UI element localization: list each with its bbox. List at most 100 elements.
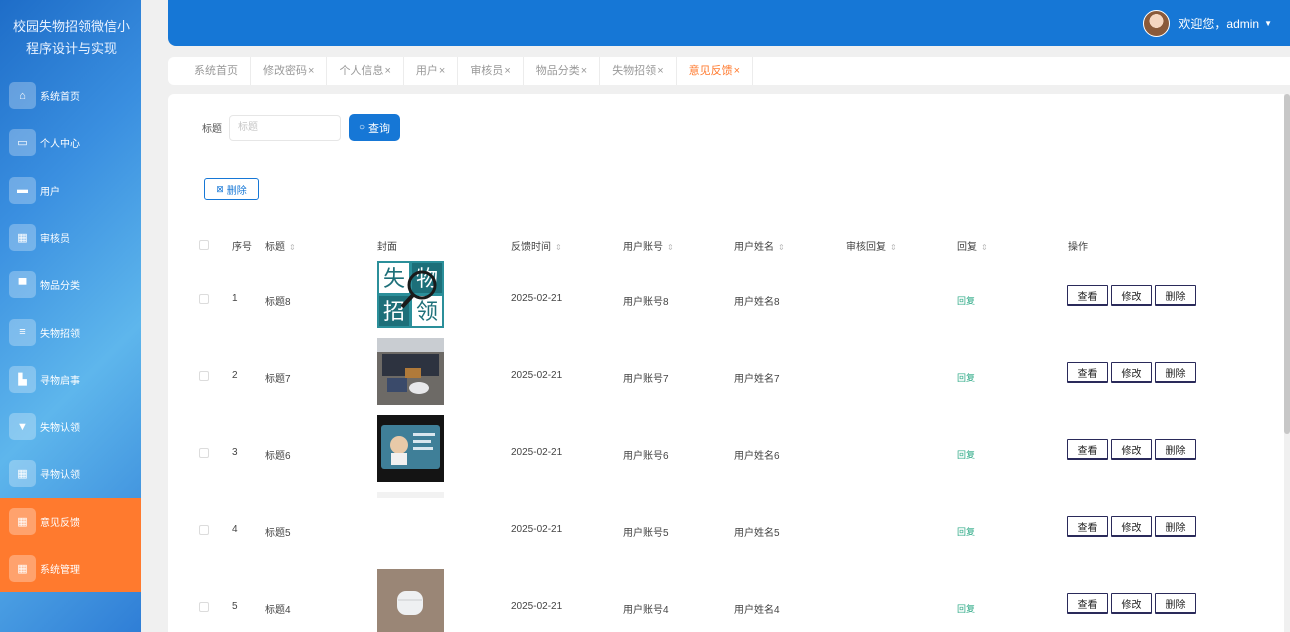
table-row: 5 标题4 2025-02-21 用户账号4 用户姓名4 回复 查看 修改 删除 bbox=[168, 569, 1284, 632]
search-icon: ○ bbox=[358, 122, 366, 133]
view-button[interactable]: 查看 bbox=[1067, 439, 1108, 460]
row-checkbox[interactable] bbox=[199, 448, 209, 458]
cell-name: 用户姓名4 bbox=[734, 605, 780, 616]
delete-button[interactable]: 删除 bbox=[1155, 593, 1196, 614]
reply-link[interactable]: 回复 bbox=[957, 371, 975, 384]
search-input[interactable] bbox=[229, 114, 341, 141]
tab-5[interactable]: 审核员× bbox=[458, 57, 524, 85]
view-button[interactable]: 查看 bbox=[1067, 362, 1108, 383]
column-header-6[interactable]: 用户姓名 ⇕ bbox=[734, 238, 785, 253]
view-button[interactable]: 查看 bbox=[1067, 285, 1108, 306]
cover-image: 失 物 招 领 bbox=[377, 261, 444, 328]
column-header-7[interactable]: 审核回复 ⇕ bbox=[846, 238, 897, 253]
cell-time: 2025-02-21 bbox=[511, 601, 563, 612]
sidebar-item-label: 系统首页 bbox=[40, 92, 80, 103]
row-checkbox[interactable] bbox=[199, 294, 209, 304]
sidebar-item-6[interactable]: ≡ 失物招领 bbox=[0, 309, 141, 356]
row-checkbox[interactable] bbox=[199, 525, 209, 535]
column-header-5[interactable]: 用户账号 ⇕ bbox=[623, 238, 674, 253]
sort-icon[interactable]: ⇕ bbox=[289, 243, 296, 252]
tab-1[interactable]: 系统首页 bbox=[182, 57, 251, 85]
delete-icon: ⊠ bbox=[216, 183, 224, 194]
sidebar-item-11[interactable]: ▦ 系统管理 bbox=[0, 545, 141, 592]
edit-button[interactable]: 修改 bbox=[1111, 362, 1152, 383]
close-icon[interactable]: × bbox=[504, 65, 510, 77]
cell-title: 标题8 bbox=[265, 297, 291, 308]
tab-7[interactable]: 失物招领× bbox=[600, 57, 677, 85]
edit-button[interactable]: 修改 bbox=[1111, 439, 1152, 460]
batch-delete-label: 删除 bbox=[226, 185, 247, 197]
batch-delete-button[interactable]: ⊠ 删除 bbox=[204, 178, 259, 200]
scrollbar[interactable] bbox=[1284, 94, 1290, 434]
row-checkbox[interactable] bbox=[199, 602, 209, 612]
column-header-label: 标题 bbox=[265, 242, 285, 253]
column-header-label: 序号 bbox=[232, 242, 252, 253]
chevron-down-icon[interactable]: ▼ bbox=[1264, 19, 1272, 28]
view-button[interactable]: 查看 bbox=[1067, 516, 1108, 537]
cell-title: 标题4 bbox=[265, 605, 291, 616]
cell-account: 用户账号4 bbox=[623, 605, 669, 616]
user-menu[interactable]: 欢迎您，admin ▼ bbox=[1143, 10, 1272, 37]
reply-link[interactable]: 回复 bbox=[957, 294, 975, 307]
close-icon[interactable]: × bbox=[308, 65, 314, 77]
select-all-checkbox[interactable] bbox=[199, 240, 209, 250]
sidebar-item-10[interactable]: ▦ 意见反馈 bbox=[0, 497, 141, 545]
delete-button[interactable]: 删除 bbox=[1155, 516, 1196, 537]
tab-2[interactable]: 修改密码× bbox=[251, 57, 328, 85]
reply-link[interactable]: 回复 bbox=[957, 602, 975, 615]
sidebar-item-3[interactable]: ▬ 用户 bbox=[0, 167, 141, 214]
sort-icon[interactable]: ⇕ bbox=[555, 243, 562, 252]
row-actions: 查看 修改 删除 bbox=[1067, 362, 1199, 383]
close-icon[interactable]: × bbox=[439, 65, 445, 77]
cover-image bbox=[377, 569, 444, 632]
cover-image bbox=[377, 492, 444, 559]
sort-icon[interactable]: ⇕ bbox=[890, 243, 897, 252]
close-icon[interactable]: × bbox=[384, 65, 390, 77]
edit-button[interactable]: 修改 bbox=[1111, 516, 1152, 537]
cell-no: 3 bbox=[232, 447, 238, 458]
sidebar-item-8[interactable]: ▼ 失物认领 bbox=[0, 403, 141, 450]
avatar[interactable] bbox=[1143, 10, 1171, 37]
top-bar: 欢迎您，admin ▼ bbox=[168, 0, 1290, 46]
sort-icon[interactable]: ⇕ bbox=[667, 243, 674, 252]
tab-3[interactable]: 个人信息× bbox=[327, 57, 404, 85]
sort-icon[interactable]: ⇕ bbox=[778, 243, 785, 252]
row-actions: 查看 修改 删除 bbox=[1067, 439, 1199, 460]
delete-button[interactable]: 删除 bbox=[1155, 362, 1196, 383]
reply-link[interactable]: 回复 bbox=[957, 525, 975, 538]
sidebar-item-9[interactable]: ▦ 寻物认领 bbox=[0, 450, 141, 497]
column-header-8[interactable]: 回复 ⇕ bbox=[957, 238, 988, 253]
delete-button[interactable]: 删除 bbox=[1155, 439, 1196, 460]
column-header-2[interactable]: 标题 ⇕ bbox=[265, 238, 296, 253]
sidebar-item-1[interactable]: ⌂ 系统首页 bbox=[0, 72, 141, 119]
cell-time: 2025-02-21 bbox=[511, 524, 563, 535]
sidebar-item-7[interactable]: ▙ 寻物启事 bbox=[0, 356, 141, 403]
grid-icon: ▦ bbox=[9, 507, 36, 535]
sidebar-item-4[interactable]: ▦ 审核员 bbox=[0, 214, 141, 261]
column-header-4[interactable]: 反馈时间 ⇕ bbox=[511, 238, 562, 253]
tab-8[interactable]: 意见反馈× bbox=[677, 57, 754, 85]
tab-label: 失物招领 bbox=[612, 65, 657, 77]
sidebar-item-label: 寻物认领 bbox=[40, 470, 80, 482]
close-icon[interactable]: × bbox=[657, 65, 663, 77]
sort-icon[interactable]: ⇕ bbox=[981, 243, 988, 252]
cell-no: 2 bbox=[232, 370, 238, 381]
sidebar-item-2[interactable]: ▭ 个人中心 bbox=[0, 119, 141, 166]
edit-button[interactable]: 修改 bbox=[1111, 285, 1152, 306]
sidebar-item-5[interactable]: ▀ 物品分类 bbox=[0, 261, 141, 308]
edit-button[interactable]: 修改 bbox=[1111, 593, 1152, 614]
sidebar-item-label: 意见反馈 bbox=[40, 517, 80, 529]
reply-link[interactable]: 回复 bbox=[957, 448, 975, 461]
table-row: 3 标题6 2025-02-21 用户账号6 用户姓名6 回复 查看 修改 删除 bbox=[168, 415, 1284, 492]
chart-icon: ▙ bbox=[9, 365, 36, 393]
tab-6[interactable]: 物品分类× bbox=[524, 57, 601, 85]
row-checkbox[interactable] bbox=[199, 371, 209, 381]
close-icon[interactable]: × bbox=[734, 65, 740, 77]
cell-no: 1 bbox=[232, 293, 238, 304]
close-icon[interactable]: × bbox=[581, 65, 587, 77]
view-button[interactable]: 查看 bbox=[1067, 593, 1108, 614]
delete-button[interactable]: 删除 bbox=[1155, 285, 1196, 306]
search-button[interactable]: ○ 查询 bbox=[349, 114, 400, 141]
column-header-9: 操作 bbox=[1068, 238, 1088, 253]
tab-4[interactable]: 用户× bbox=[404, 57, 459, 85]
